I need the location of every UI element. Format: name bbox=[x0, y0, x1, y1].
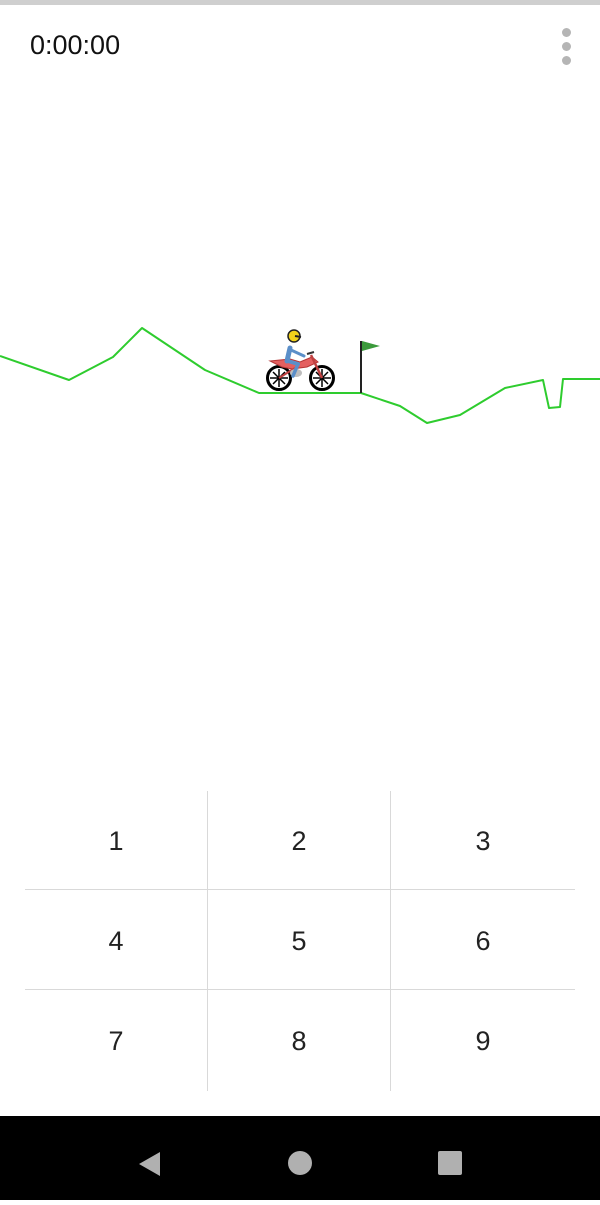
key-4[interactable]: 4 bbox=[25, 891, 207, 991]
key-7[interactable]: 7 bbox=[25, 991, 207, 1091]
finish-flag bbox=[360, 341, 380, 393]
game-canvas[interactable] bbox=[0, 300, 600, 440]
overflow-menu-button[interactable] bbox=[550, 26, 582, 70]
home-button[interactable] bbox=[260, 1116, 340, 1200]
system-navigation-bar bbox=[0, 1116, 600, 1200]
rider bbox=[284, 329, 306, 378]
key-2[interactable]: 2 bbox=[208, 791, 390, 891]
race-timer: 0:00:00 bbox=[30, 30, 121, 60]
recents-square-icon bbox=[438, 1151, 462, 1175]
status-bar-strip bbox=[0, 0, 600, 5]
key-9[interactable]: 9 bbox=[391, 991, 575, 1091]
number-keypad: 1 2 3 4 5 6 7 8 9 bbox=[25, 791, 575, 1091]
dirt-bike bbox=[266, 329, 335, 391]
key-8[interactable]: 8 bbox=[208, 991, 390, 1091]
back-button[interactable] bbox=[109, 1116, 189, 1200]
key-3[interactable]: 3 bbox=[391, 791, 575, 891]
recents-button[interactable] bbox=[410, 1116, 490, 1200]
key-5[interactable]: 5 bbox=[208, 891, 390, 991]
home-circle-icon bbox=[288, 1151, 312, 1175]
back-triangle-icon bbox=[139, 1152, 160, 1176]
key-6[interactable]: 6 bbox=[391, 891, 575, 991]
key-1[interactable]: 1 bbox=[25, 791, 207, 891]
